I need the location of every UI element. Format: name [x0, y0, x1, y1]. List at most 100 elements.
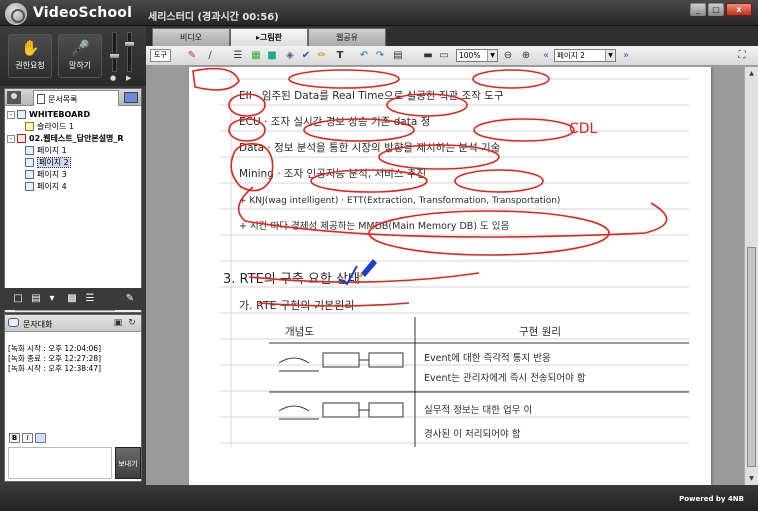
fit-page-icon[interactable]: ▭: [438, 49, 450, 63]
scroll-up-icon[interactable]: ▲: [746, 68, 757, 79]
tree-item-document[interactable]: - 02.웹테스트_답안본설명_R: [7, 133, 139, 145]
fit-width-icon[interactable]: ▬: [422, 49, 434, 63]
speaker-volume-knob[interactable]: [124, 41, 135, 47]
speaker-small-icon: ▶: [126, 74, 132, 82]
speaker-volume-slider[interactable]: [124, 32, 135, 72]
slide-icon: [25, 122, 34, 131]
drawing-toolbar: 도구 ✎ ∕ ☰ ▦ ■ ◈ ✔ ✏ T ↶ ↷ ▤ ▬ ▭ 100% ▼ ⊖ ⊕…: [146, 46, 758, 66]
maximize-button[interactable]: □: [708, 3, 724, 16]
page-icon: [25, 158, 34, 167]
chat-message: [녹화 시작 : 오후 12:38:47]: [8, 364, 101, 373]
note-line: 경사된 이 처리되어야 함: [424, 428, 521, 440]
tree-item-label: 페이지 3: [37, 170, 67, 179]
dropdown-arrow-icon[interactable]: ▾: [46, 293, 58, 304]
document-tree: - WHITEBOARD 슬라이드 1 - 02.웹테스트_답안본설명_R 페이지 …: [5, 106, 141, 196]
tree-item-page-2[interactable]: 페이지 2: [7, 157, 139, 169]
chevron-down-icon: ▼: [487, 50, 497, 61]
new-document-icon[interactable]: □: [12, 293, 24, 304]
ink-annotation-text: CDL: [569, 121, 598, 137]
chat-message: [녹화 종료 : 오후 12:27:28]: [8, 354, 101, 363]
pen-icon[interactable]: ✎: [186, 49, 198, 63]
chat-header: 문자대화 ▣ ↻: [5, 315, 141, 332]
permission-request-button[interactable]: ✋ 권한요청: [8, 34, 52, 78]
zoom-in-icon[interactable]: ⊕: [520, 49, 532, 63]
tree-item-label: 페이지 1: [37, 146, 67, 155]
chat-input[interactable]: [8, 447, 112, 479]
tab-video[interactable]: 비디오: [152, 28, 230, 46]
save-chat-icon[interactable]: ▣: [113, 318, 123, 328]
check-icon[interactable]: ✔: [300, 49, 312, 63]
select-area-icon[interactable]: ▤: [392, 49, 404, 63]
bold-button[interactable]: B: [9, 433, 20, 443]
mic-volume-slider[interactable]: [109, 32, 120, 72]
note-line: ECU · 조자 실시간 경보 상승 기존 data 정: [239, 115, 430, 128]
color-picker-icon[interactable]: [35, 433, 46, 443]
minimize-button[interactable]: _: [690, 3, 706, 16]
whiteboard-canvas[interactable]: EII · 임주된 Data를 Real Time으로 실공한 직관 조작 도구…: [146, 67, 744, 485]
tab-web-share[interactable]: 웹공유: [308, 28, 386, 46]
vertical-scrollbar[interactable]: ▲ ▼: [744, 67, 758, 485]
user-list-tab-icon[interactable]: [7, 91, 21, 104]
edit-pencil-icon[interactable]: ✎: [124, 293, 136, 304]
zoom-value: 100%: [459, 51, 481, 60]
main-area: 비디오 ▸그림판 웹공유 도구 ✎ ∕ ☰ ▦ ■ ◈ ✔ ✏ T ↶ ↷ ▤ …: [146, 26, 758, 485]
collapse-toggle-icon[interactable]: -: [7, 134, 15, 143]
page-select[interactable]: 페이지 2 ▼: [554, 49, 616, 62]
table-icon[interactable]: ▦: [250, 49, 262, 63]
undo-icon[interactable]: ↶: [358, 49, 370, 63]
highlighter-icon[interactable]: ✏: [316, 49, 328, 63]
zoom-select[interactable]: 100% ▼: [456, 49, 498, 62]
mic-volume-knob[interactable]: [109, 53, 120, 59]
open-folder-icon[interactable]: ▤: [30, 293, 42, 304]
tree-item-label: 페이지 2: [37, 157, 71, 168]
send-button[interactable]: 보내기: [115, 447, 141, 479]
chat-panel: 문자대화 ▣ ↻ [녹화 시작 : 오후 12:04:06] [녹화 종료 : …: [4, 314, 142, 482]
volume-sliders: ● ▶: [108, 32, 140, 82]
previous-page-icon[interactable]: «: [540, 49, 552, 63]
note-line: Data · 정보 분석을 통한 시장의 방향을 제시하는 분석 기술: [239, 141, 501, 154]
control-area: ✋ 권한요청 🎤 말하기 ● ▶: [0, 26, 146, 86]
footer-bar: Powered by 4NB: [0, 485, 758, 511]
pdf-document-icon: [17, 134, 26, 143]
print-icon[interactable]: ▩: [66, 293, 78, 304]
vertical-scroll-thumb[interactable]: [747, 247, 756, 467]
next-page-icon[interactable]: »: [620, 49, 632, 63]
handwritten-notes: EII · 임주된 Data를 Real Time으로 실공한 직관 조작 도구…: [192, 67, 689, 447]
eraser-icon[interactable]: ◈: [284, 49, 296, 63]
tree-item-page-4[interactable]: 페이지 4: [7, 181, 139, 193]
session-title: 세리스터디 (경과시간 00:56): [148, 12, 279, 23]
rectangle-icon[interactable]: ■: [266, 49, 278, 63]
tree-item-whiteboard[interactable]: - WHITEBOARD: [7, 109, 139, 121]
text-tool-icon[interactable]: T: [334, 49, 346, 63]
window-controls: _ □ x: [690, 3, 752, 16]
tab-document-list[interactable]: 문서목록: [33, 90, 119, 106]
document-list-panel: 문서목록 - WHITEBOARD 슬라이드 1 - 02.웹테스트_답안본설명_R…: [4, 88, 142, 313]
close-button[interactable]: x: [726, 3, 752, 16]
page-icon: [25, 182, 34, 191]
speak-button[interactable]: 🎤 말하기: [58, 34, 102, 78]
refresh-chat-icon[interactable]: ↻: [127, 318, 137, 328]
fullscreen-icon[interactable]: ⛶: [736, 49, 748, 63]
note-line: 구현 원리: [519, 326, 561, 338]
tree-item-page-3[interactable]: 페이지 3: [7, 169, 139, 181]
zoom-out-icon[interactable]: ⊖: [502, 49, 514, 63]
page-icon: [25, 170, 34, 179]
title-bar: VideoSchool 세리스터디 (경과시간 00:56) _ □ x: [0, 0, 758, 26]
whiteboard-icon: [17, 110, 26, 119]
document-tools: □ ▤ ▾ ▩ ☰ ✎: [4, 288, 142, 310]
note-line: 개념도: [285, 326, 314, 338]
collapse-toggle-icon[interactable]: -: [7, 110, 15, 119]
tools-menu-button[interactable]: 도구: [150, 49, 171, 62]
scroll-down-icon[interactable]: ▼: [746, 473, 757, 484]
tab-whiteboard[interactable]: ▸그림판: [230, 28, 308, 46]
tree-item-page-1[interactable]: 페이지 1: [7, 145, 139, 157]
list-icon[interactable]: ☰: [84, 293, 96, 304]
line-icon[interactable]: ∕: [204, 49, 216, 63]
tree-item-slide-1[interactable]: 슬라이드 1: [7, 121, 139, 133]
redo-icon[interactable]: ↷: [374, 49, 386, 63]
folder-tab-icon[interactable]: [124, 92, 138, 103]
note-line: Event에 대한 즉각적 통지 반응: [424, 352, 551, 364]
line-weight-icon[interactable]: ☰: [232, 49, 244, 63]
italic-button[interactable]: I: [22, 433, 33, 443]
tree-item-label: 페이지 4: [37, 182, 67, 191]
